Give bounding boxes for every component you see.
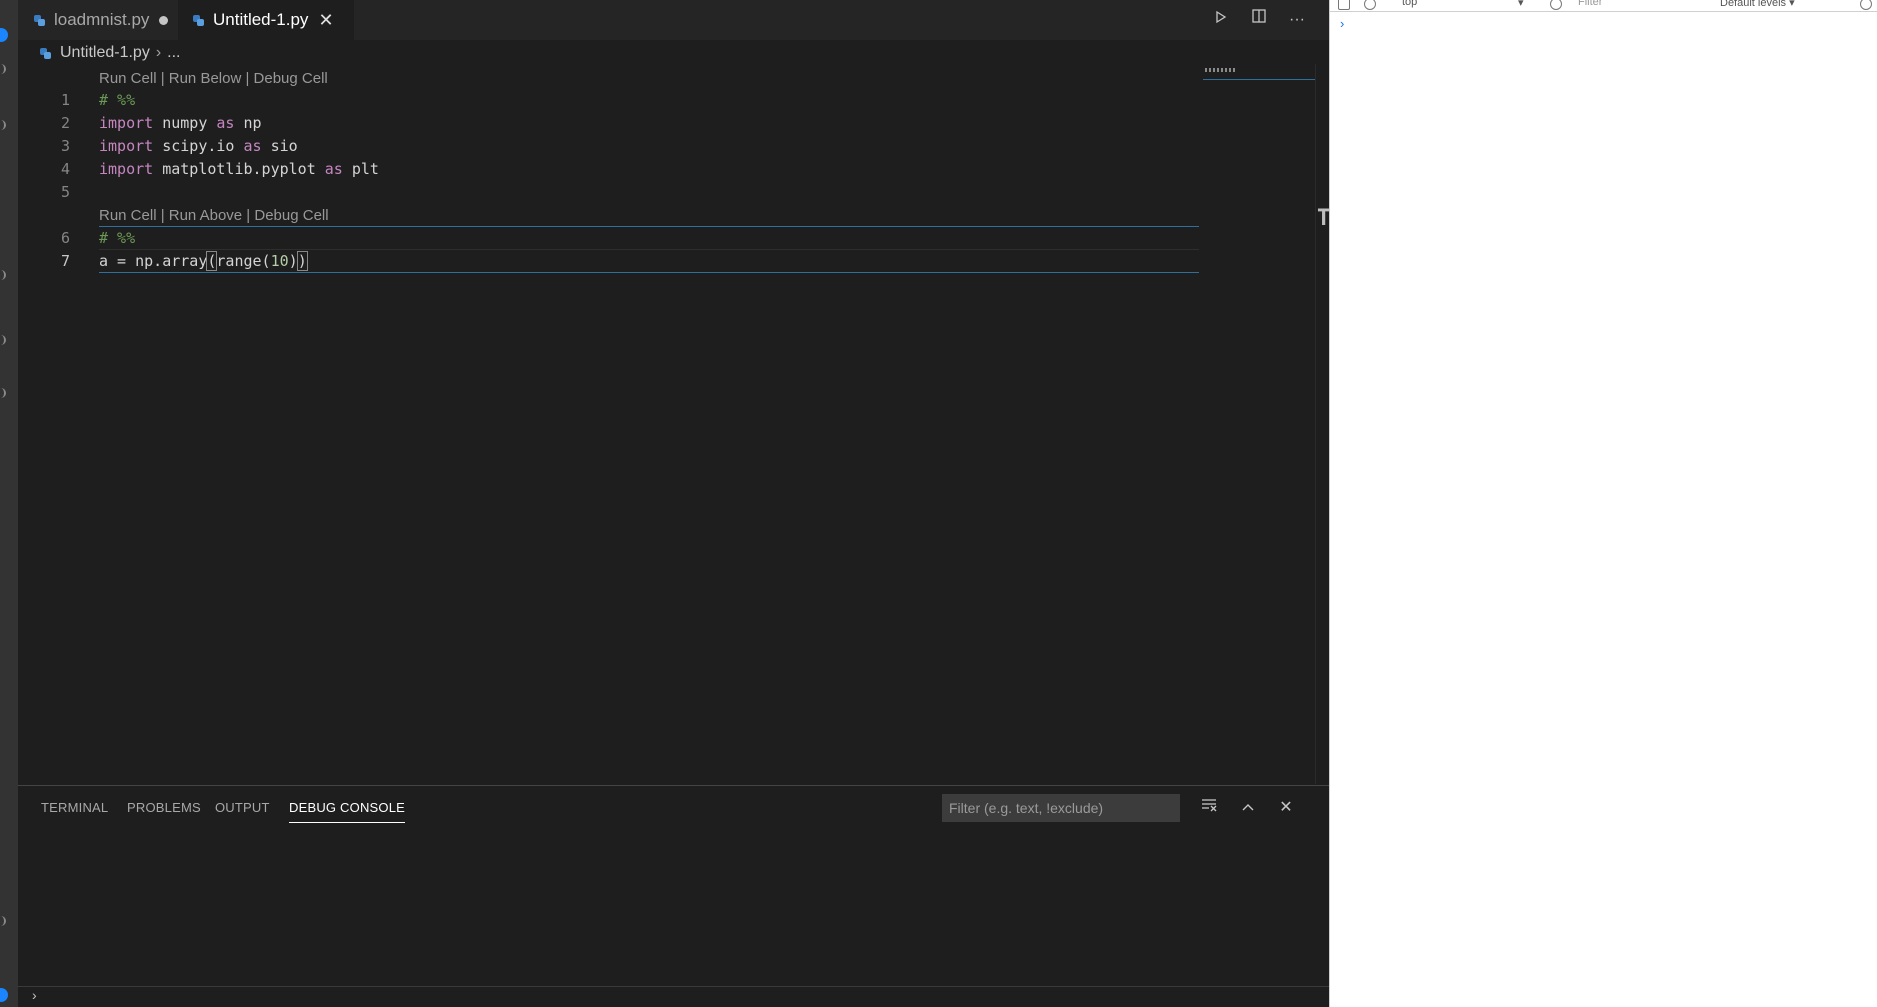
tab-output[interactable]: OUTPUT <box>215 800 270 815</box>
code-line[interactable]: import scipy.io as sio <box>99 137 298 155</box>
split-editor-button[interactable] <box>1247 8 1271 32</box>
chevron-up-icon <box>1242 804 1254 811</box>
activity-icon[interactable] <box>0 335 6 345</box>
activity-icon[interactable] <box>0 270 6 280</box>
close-panel-button[interactable]: ✕ <box>1274 796 1298 820</box>
activity-icon[interactable] <box>0 120 6 130</box>
split-editor-icon <box>1252 9 1266 23</box>
breadcrumb-symbols[interactable]: ... <box>167 44 180 62</box>
cell-codelens[interactable]: Run Cell | Run Below | Debug Cell <box>99 70 328 87</box>
line-number: 3 <box>60 137 70 155</box>
line-number: 4 <box>60 160 70 178</box>
tab-label: Untitled-1.py <box>213 10 309 29</box>
unsaved-dot-icon <box>159 15 169 25</box>
minimap[interactable] <box>1203 64 1315 80</box>
screen: loadmnist.py Untitled-1.py ✕ ··· Untitle… <box>0 0 1877 1007</box>
tab-terminal[interactable]: TERMINAL <box>41 800 108 815</box>
python-file-icon <box>193 14 204 26</box>
cell-border-top <box>99 226 1199 227</box>
sidebar-toggle-icon[interactable] <box>1338 0 1350 10</box>
code-line[interactable]: # %% <box>99 91 135 109</box>
bottom-panel: TERMINAL PROBLEMS OUTPUT DEBUG CONSOLE ✕… <box>18 785 1329 1007</box>
run-file-button[interactable] <box>1209 8 1233 32</box>
cell-codelens[interactable]: Run Cell | Run Above | Debug Cell <box>99 207 329 224</box>
python-file-icon <box>34 14 45 26</box>
clear-console-button[interactable] <box>1197 796 1221 820</box>
breadcrumb-file[interactable]: Untitled-1.py <box>60 44 150 62</box>
context-selector[interactable]: top <box>1402 0 1417 8</box>
editor-area: loadmnist.py Untitled-1.py ✕ ··· Untitle… <box>18 0 1330 1007</box>
code-line[interactable]: # %% <box>99 229 135 247</box>
debug-console-input[interactable]: › <box>18 986 1329 1007</box>
log-levels-dropdown[interactable]: Default levels ▾ <box>1720 0 1795 9</box>
tab-untitled-1[interactable]: Untitled-1.py ✕ <box>178 0 354 40</box>
eye-icon[interactable] <box>1550 0 1562 10</box>
more-icon: ··· <box>1289 11 1305 28</box>
breadcrumb: Untitled-1.py › ... <box>40 42 181 64</box>
python-file-icon <box>40 47 51 59</box>
dropdown-arrow-icon: ▾ <box>1518 0 1524 9</box>
devtools-console: top ▾ Filter Default levels ▾ › <box>1329 0 1877 1007</box>
cell-border-bottom <box>99 272 1199 273</box>
line-number: 1 <box>60 91 70 109</box>
tab-debug-console[interactable]: DEBUG CONSOLE <box>289 800 406 823</box>
debug-console-filter-input[interactable] <box>942 794 1180 822</box>
line-number: 6 <box>60 229 70 247</box>
devtools-toolbar: top ▾ Filter Default levels ▾ <box>1330 0 1877 12</box>
code-line[interactable]: import numpy as np <box>99 114 262 132</box>
chevron-right-icon: › <box>155 44 162 61</box>
activity-bar <box>0 0 18 1007</box>
play-icon <box>1216 10 1227 24</box>
code-line[interactable]: import matplotlib.pyplot as plt <box>99 160 379 178</box>
tab-loadmnist[interactable]: loadmnist.py <box>18 0 176 40</box>
clear-all-icon <box>1202 799 1217 812</box>
chevron-right-icon: › <box>32 987 37 1003</box>
tab-bar: loadmnist.py Untitled-1.py ✕ ··· <box>18 0 1329 40</box>
close-icon[interactable]: ✕ <box>318 10 333 31</box>
line-number: 5 <box>60 183 70 201</box>
vertical-scrollbar[interactable] <box>1315 64 1329 784</box>
line-number: 2 <box>60 114 70 132</box>
code-line[interactable]: a = np.array(range(10)) <box>99 251 308 271</box>
more-actions-button[interactable]: ··· <box>1285 8 1309 32</box>
settings-badge-icon[interactable] <box>0 988 8 1002</box>
clear-console-icon[interactable] <box>1364 0 1376 10</box>
console-prompt[interactable]: › <box>1340 16 1344 31</box>
tab-problems[interactable]: PROBLEMS <box>127 800 201 815</box>
current-line-highlight <box>99 249 1199 250</box>
close-icon: ✕ <box>1279 799 1293 816</box>
gear-icon[interactable] <box>1860 0 1872 10</box>
maximize-panel-button[interactable] <box>1236 796 1260 820</box>
account-badge-icon[interactable] <box>0 28 8 42</box>
activity-icon[interactable] <box>0 388 6 398</box>
devtools-filter-input[interactable]: Filter <box>1578 0 1602 8</box>
minimap-content <box>1205 68 1235 72</box>
tab-label: loadmnist.py <box>54 10 150 29</box>
line-number: 7 <box>60 252 70 270</box>
activity-icon[interactable] <box>0 916 6 926</box>
activity-icon[interactable] <box>0 64 6 74</box>
